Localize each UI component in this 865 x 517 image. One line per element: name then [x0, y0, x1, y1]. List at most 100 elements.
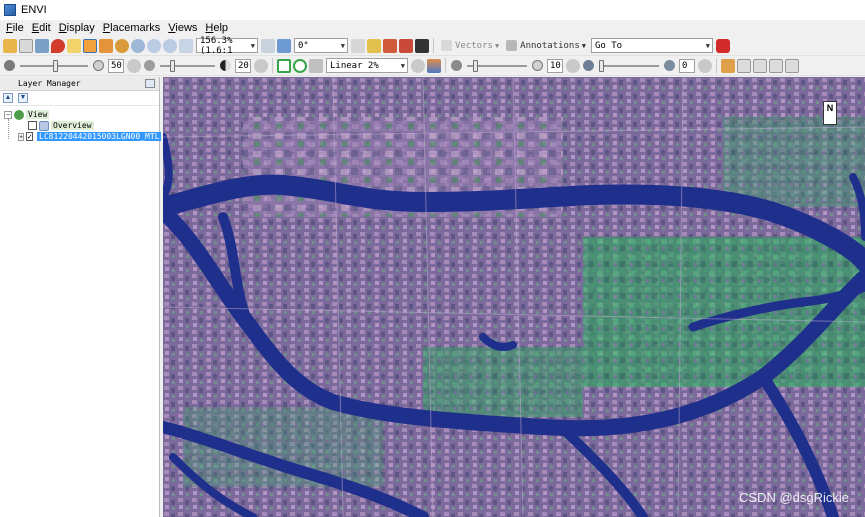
vectors-icon [441, 40, 452, 51]
stretch-type-icon[interactable] [309, 58, 323, 73]
display-toolbar: 50 20 Linear 2% ▼ 10 0 [0, 56, 865, 76]
transparency-field[interactable]: 0 [679, 58, 695, 73]
tree-line [8, 119, 9, 139]
goto-search-icon[interactable] [715, 38, 730, 53]
stretch-value: Linear 2% [330, 60, 379, 71]
pin-icon[interactable] [145, 79, 155, 88]
overview-icon [39, 120, 49, 131]
menu-help[interactable]: Help [201, 22, 232, 34]
reset-contrast-icon[interactable] [254, 58, 268, 73]
tree-label-layer: LC81220442015003LGN00_MTL [37, 132, 162, 141]
layer-manager-title: Layer Manager [18, 79, 81, 88]
menu-edit[interactable]: Edit [28, 22, 55, 34]
toolbar-separator [272, 58, 273, 73]
tree-node-view[interactable]: − View [0, 109, 159, 120]
zoom-out-icon[interactable] [163, 38, 177, 53]
brightness-field[interactable]: 50 [108, 58, 124, 73]
toolbar-separator [716, 58, 717, 73]
contrast-min-icon [144, 60, 155, 71]
sharpen-slider[interactable] [467, 59, 527, 73]
rotation-combo[interactable]: 0° ▼ [294, 38, 348, 53]
flicker-icon[interactable] [753, 58, 767, 73]
swipe-icon[interactable] [769, 58, 783, 73]
view-layout-icon[interactable] [785, 58, 799, 73]
contrast-slider[interactable] [160, 59, 215, 73]
layer-manager-icon[interactable] [35, 38, 49, 53]
reset-stretch-icon[interactable] [411, 58, 425, 73]
roi-icon[interactable] [415, 38, 429, 53]
image-view[interactable]: N CSDN @dsgRickie [163, 77, 865, 517]
transparency-thumb[interactable] [599, 59, 604, 72]
contrast-field[interactable]: 20 [235, 58, 251, 73]
transparency-slider[interactable] [599, 59, 659, 73]
data-manager-icon[interactable] [19, 38, 33, 53]
pan-hand-icon[interactable] [83, 38, 97, 53]
sharpen-min-icon [451, 60, 462, 71]
reset-transparency-icon[interactable] [698, 58, 712, 73]
annotations-button[interactable]: Annotations ▼ [505, 40, 586, 51]
stretch-combo[interactable]: Linear 2% ▼ [326, 58, 408, 73]
tree-label-view: View [26, 110, 50, 119]
zoom-tool-icon[interactable] [131, 38, 145, 53]
window-title: ENVI [21, 4, 47, 16]
toolbar-separator [445, 58, 446, 73]
sharpen-thumb[interactable] [473, 59, 478, 72]
zoom-in-icon[interactable] [147, 38, 161, 53]
title-bar: ENVI [0, 0, 865, 20]
rotate-left-icon[interactable] [261, 38, 275, 53]
fly-icon[interactable] [99, 38, 113, 53]
rotate-icon[interactable] [115, 38, 129, 53]
reset-brightness-icon[interactable] [127, 58, 141, 73]
brightness-max-icon [93, 60, 104, 71]
layer-manager-header: Layer Manager [0, 77, 159, 91]
expand-all-icon[interactable]: ▼ [18, 93, 28, 103]
overview-checkbox[interactable] [28, 121, 37, 130]
tree-node-layer[interactable]: + ✓ LC81220442015003LGN00_MTL [0, 131, 162, 142]
menu-file[interactable]: File [2, 22, 28, 34]
chevron-down-icon: ▼ [705, 41, 710, 50]
fixed-zoom-icon[interactable] [179, 38, 193, 53]
layer-manager-panel: Layer Manager ▲ ▼ − View Overview + ✓ LC… [0, 77, 162, 517]
layer-tree: − View Overview + ✓ LC81220442015003LGN0… [0, 106, 162, 142]
crosshair-icon[interactable] [367, 38, 381, 53]
collapse-all-icon[interactable]: ▲ [3, 93, 13, 103]
profile-icon[interactable] [383, 38, 397, 53]
chevron-down-icon: ▼ [250, 41, 255, 50]
select-arrow-icon[interactable] [67, 38, 81, 53]
watermark: CSDN @dsgRickie [739, 490, 849, 505]
zoom-value: 156.3% (1.6:1 [200, 35, 233, 56]
menu-views[interactable]: Views [164, 22, 201, 34]
stretch-box-icon[interactable] [277, 58, 291, 73]
goto-combo[interactable]: Go To ▼ [590, 38, 713, 53]
contrast-icon [220, 60, 231, 71]
portal-icon[interactable] [721, 58, 735, 73]
blend-icon[interactable] [737, 58, 751, 73]
open-file-icon[interactable] [3, 38, 17, 53]
contrast-thumb[interactable] [170, 59, 175, 72]
transparency-icon [664, 60, 675, 71]
envi-app-icon [4, 4, 16, 16]
tree-label-overview: Overview [51, 121, 94, 130]
menu-placemarks[interactable]: Placemarks [99, 22, 164, 34]
brightness-slider[interactable] [20, 59, 88, 73]
stretch-circle-icon[interactable] [293, 58, 307, 73]
satellite-image [163, 77, 865, 517]
main-toolbar: 156.3% (1.6:1 ▼ 0° ▼ Vectors ▼ Annotations ▼… [0, 36, 865, 56]
placemark-icon[interactable] [51, 38, 65, 53]
zoom-combo[interactable]: 156.3% (1.6:1 ▼ [196, 35, 258, 56]
sharpen-field[interactable]: 10 [547, 58, 563, 73]
layer-checkbox[interactable]: ✓ [26, 132, 34, 141]
menu-display[interactable]: Display [55, 22, 99, 34]
brightness-thumb[interactable] [53, 59, 58, 72]
chevron-down-icon: ▼ [340, 41, 345, 50]
rotate-right-icon[interactable] [277, 38, 291, 53]
reset-sharpen-icon[interactable] [566, 58, 580, 73]
tree-node-overview[interactable]: Overview [0, 120, 159, 131]
measure-icon[interactable] [399, 38, 413, 53]
histogram-icon[interactable] [427, 58, 441, 73]
vectors-button[interactable]: Vectors ▼ [440, 40, 499, 51]
cursor-value-icon[interactable] [351, 38, 365, 53]
layer-manager-tools: ▲ ▼ [0, 91, 159, 106]
expand-icon[interactable]: + [18, 132, 25, 141]
collapse-icon[interactable]: − [4, 110, 12, 119]
